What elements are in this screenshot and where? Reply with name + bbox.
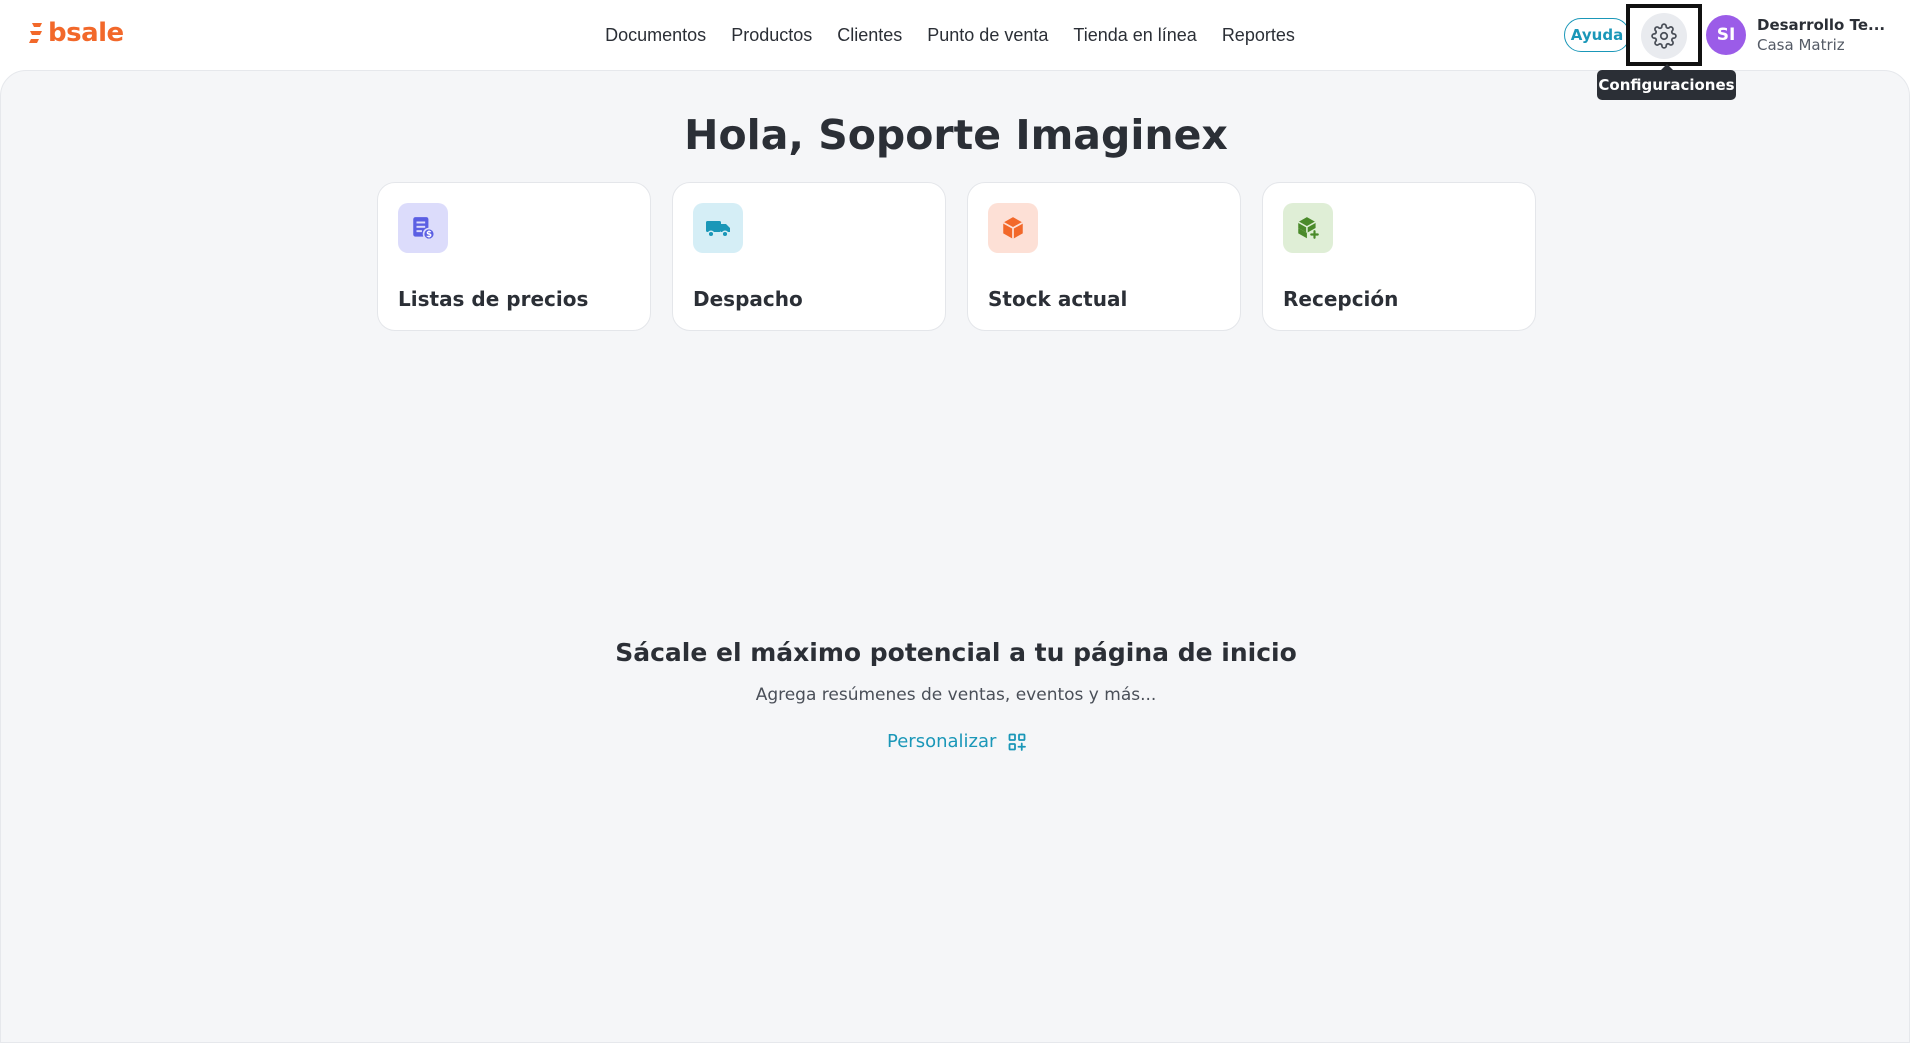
shortcut-label: Despacho (693, 287, 803, 311)
nav-item-clientes[interactable]: Clientes (837, 25, 902, 46)
settings-tooltip: Configuraciones (1597, 64, 1736, 100)
promo-subtitle: Agrega resúmenes de ventas, eventos y má… (755, 685, 1157, 705)
nav-item-punto-de-venta[interactable]: Punto de venta (927, 25, 1048, 46)
user-menu[interactable]: Desarrollo Te... Casa Matriz (1757, 16, 1885, 55)
shortcut-label: Listas de precios (398, 287, 589, 311)
shortcut-card-recepcion[interactable]: Recepción (1262, 182, 1536, 331)
svg-text:$: $ (426, 230, 432, 240)
personalize-label: Personalizar (887, 731, 997, 752)
gear-icon (1651, 23, 1677, 49)
bsale-logo-icon (29, 23, 42, 43)
page-title: Hola, Soporte Imaginex (684, 111, 1228, 159)
shortcut-cards: $ Listas de precios Despacho Stock actua… (377, 182, 1536, 331)
top-header: bsale Documentos Productos Clientes Punt… (0, 0, 1910, 70)
shortcut-card-listas-de-precios[interactable]: $ Listas de precios (377, 182, 651, 331)
settings-button[interactable] (1641, 13, 1687, 59)
help-button[interactable]: Ayuda (1564, 18, 1630, 52)
nav-item-reportes[interactable]: Reportes (1222, 25, 1295, 46)
promo-title: Sácale el máximo potencial a tu página d… (615, 638, 1297, 667)
truck-icon (693, 203, 743, 253)
brand-logo[interactable]: bsale (28, 18, 124, 48)
price-list-icon: $ (398, 203, 448, 253)
brand-name: bsale (48, 18, 124, 48)
nav-item-tienda-en-linea[interactable]: Tienda en línea (1073, 25, 1196, 46)
user-branch: Casa Matriz (1757, 36, 1845, 54)
box-icon (988, 203, 1038, 253)
box-add-icon (1283, 203, 1333, 253)
user-name: Desarrollo Te... (1757, 16, 1886, 34)
nav-item-documentos[interactable]: Documentos (605, 25, 706, 46)
widgets-add-icon (1009, 733, 1027, 751)
shortcut-label: Stock actual (988, 287, 1128, 311)
shortcut-label: Recepción (1283, 287, 1399, 311)
nav-item-productos[interactable]: Productos (731, 25, 812, 46)
shortcut-card-stock-actual[interactable]: Stock actual (967, 182, 1241, 331)
personalize-button[interactable]: Personalizar (887, 731, 1027, 752)
shortcut-card-despacho[interactable]: Despacho (672, 182, 946, 331)
home-panel: Hola, Soporte Imaginex $ Listas de preci… (0, 70, 1910, 1043)
avatar[interactable]: SI (1706, 15, 1746, 55)
settings-highlight-box (1626, 4, 1702, 66)
